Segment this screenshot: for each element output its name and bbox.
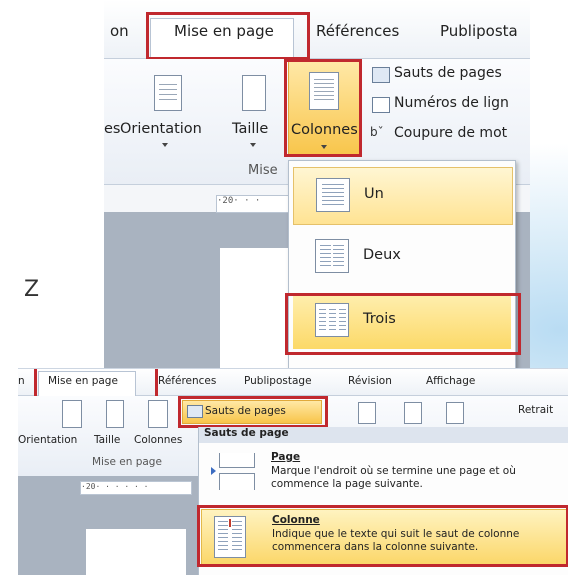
columns-icon bbox=[148, 400, 168, 428]
highlight-colonne bbox=[197, 505, 568, 567]
document-page bbox=[86, 529, 186, 575]
hyphenation-button[interactable]: Coupure de mot bbox=[394, 125, 507, 141]
size-icon[interactable] bbox=[242, 75, 266, 111]
tab-partial[interactable]: n bbox=[18, 375, 25, 387]
side-letter: Z bbox=[24, 277, 40, 302]
ruler: ·20· · · · · · bbox=[80, 481, 192, 495]
page-breaks-menu: Sauts de page Page Marque l'endroit où s… bbox=[197, 427, 568, 575]
chevron-down-icon bbox=[250, 143, 256, 147]
orientation-button[interactable]: Orientation bbox=[18, 434, 77, 446]
option-label: Un bbox=[364, 186, 384, 202]
watermark-icon[interactable] bbox=[358, 402, 376, 424]
bottom-word-window: n Mise en page Références Publipostage R… bbox=[18, 368, 568, 575]
highlight-columns bbox=[284, 59, 362, 157]
size-icon bbox=[106, 400, 124, 428]
chevron-down-icon bbox=[162, 143, 168, 147]
tab-references[interactable]: Références bbox=[316, 22, 399, 40]
menu-header: Sauts de page bbox=[199, 427, 568, 443]
highlight-breaks bbox=[178, 396, 328, 428]
page-color-icon[interactable] bbox=[404, 402, 422, 424]
ribbon-tab-bar: n Mise en page Références Publipostage R… bbox=[18, 369, 568, 403]
page-break-icon bbox=[211, 453, 255, 490]
line-numbers-icon bbox=[372, 97, 390, 113]
tab-partial[interactable]: on bbox=[110, 22, 129, 40]
page-breaks-icon bbox=[372, 67, 390, 83]
option-label: Deux bbox=[363, 247, 401, 263]
top-word-window: on Mise en page Références Publiposta es… bbox=[104, 0, 530, 370]
line-numbers-button[interactable]: Numéros de lign bbox=[394, 95, 509, 111]
tab-publipostage[interactable]: Publipostage bbox=[244, 375, 312, 387]
tab-references[interactable]: Références bbox=[158, 375, 216, 387]
highlight-trois bbox=[285, 293, 521, 355]
one-column-icon bbox=[316, 178, 350, 212]
orientation-icon bbox=[62, 400, 82, 428]
ruler: ·20· · · bbox=[216, 195, 298, 213]
columns-button[interactable]: Colonnes bbox=[134, 434, 182, 446]
tab-affichage[interactable]: Affichage bbox=[426, 375, 475, 387]
size-button[interactable]: Taille bbox=[94, 434, 120, 446]
hyphenation-icon: bˇ bbox=[370, 125, 384, 139]
tab-revision[interactable]: Révision bbox=[348, 375, 392, 387]
ribbon-tab-bar: on Mise en page Références Publiposta bbox=[104, 0, 530, 60]
orientation-button[interactable]: Orientation bbox=[120, 121, 202, 137]
highlight-tab bbox=[146, 12, 310, 60]
ribbon-label-margins[interactable]: es bbox=[104, 121, 120, 137]
retrait-label: Retrait bbox=[518, 404, 554, 416]
option-title: Page bbox=[271, 451, 301, 463]
orientation-icon[interactable] bbox=[154, 75, 182, 111]
page-borders-icon[interactable] bbox=[446, 402, 464, 424]
option-description: Marque l'endroit où se termine une page … bbox=[271, 465, 516, 490]
page-breaks-button[interactable]: Sauts de pages bbox=[394, 65, 502, 81]
group-label: Mise bbox=[248, 163, 278, 178]
size-button[interactable]: Taille bbox=[232, 121, 268, 137]
break-option-page[interactable]: Page Marque l'endroit où se termine une … bbox=[201, 447, 567, 501]
columns-option-deux[interactable]: Deux bbox=[293, 229, 511, 285]
columns-option-un[interactable]: Un bbox=[293, 167, 513, 225]
tab-publipostage[interactable]: Publiposta bbox=[440, 22, 518, 40]
group-label: Mise en page bbox=[92, 456, 162, 468]
two-columns-icon bbox=[315, 239, 349, 273]
columns-dropdown: Un Deux Trois bbox=[285, 160, 521, 370]
